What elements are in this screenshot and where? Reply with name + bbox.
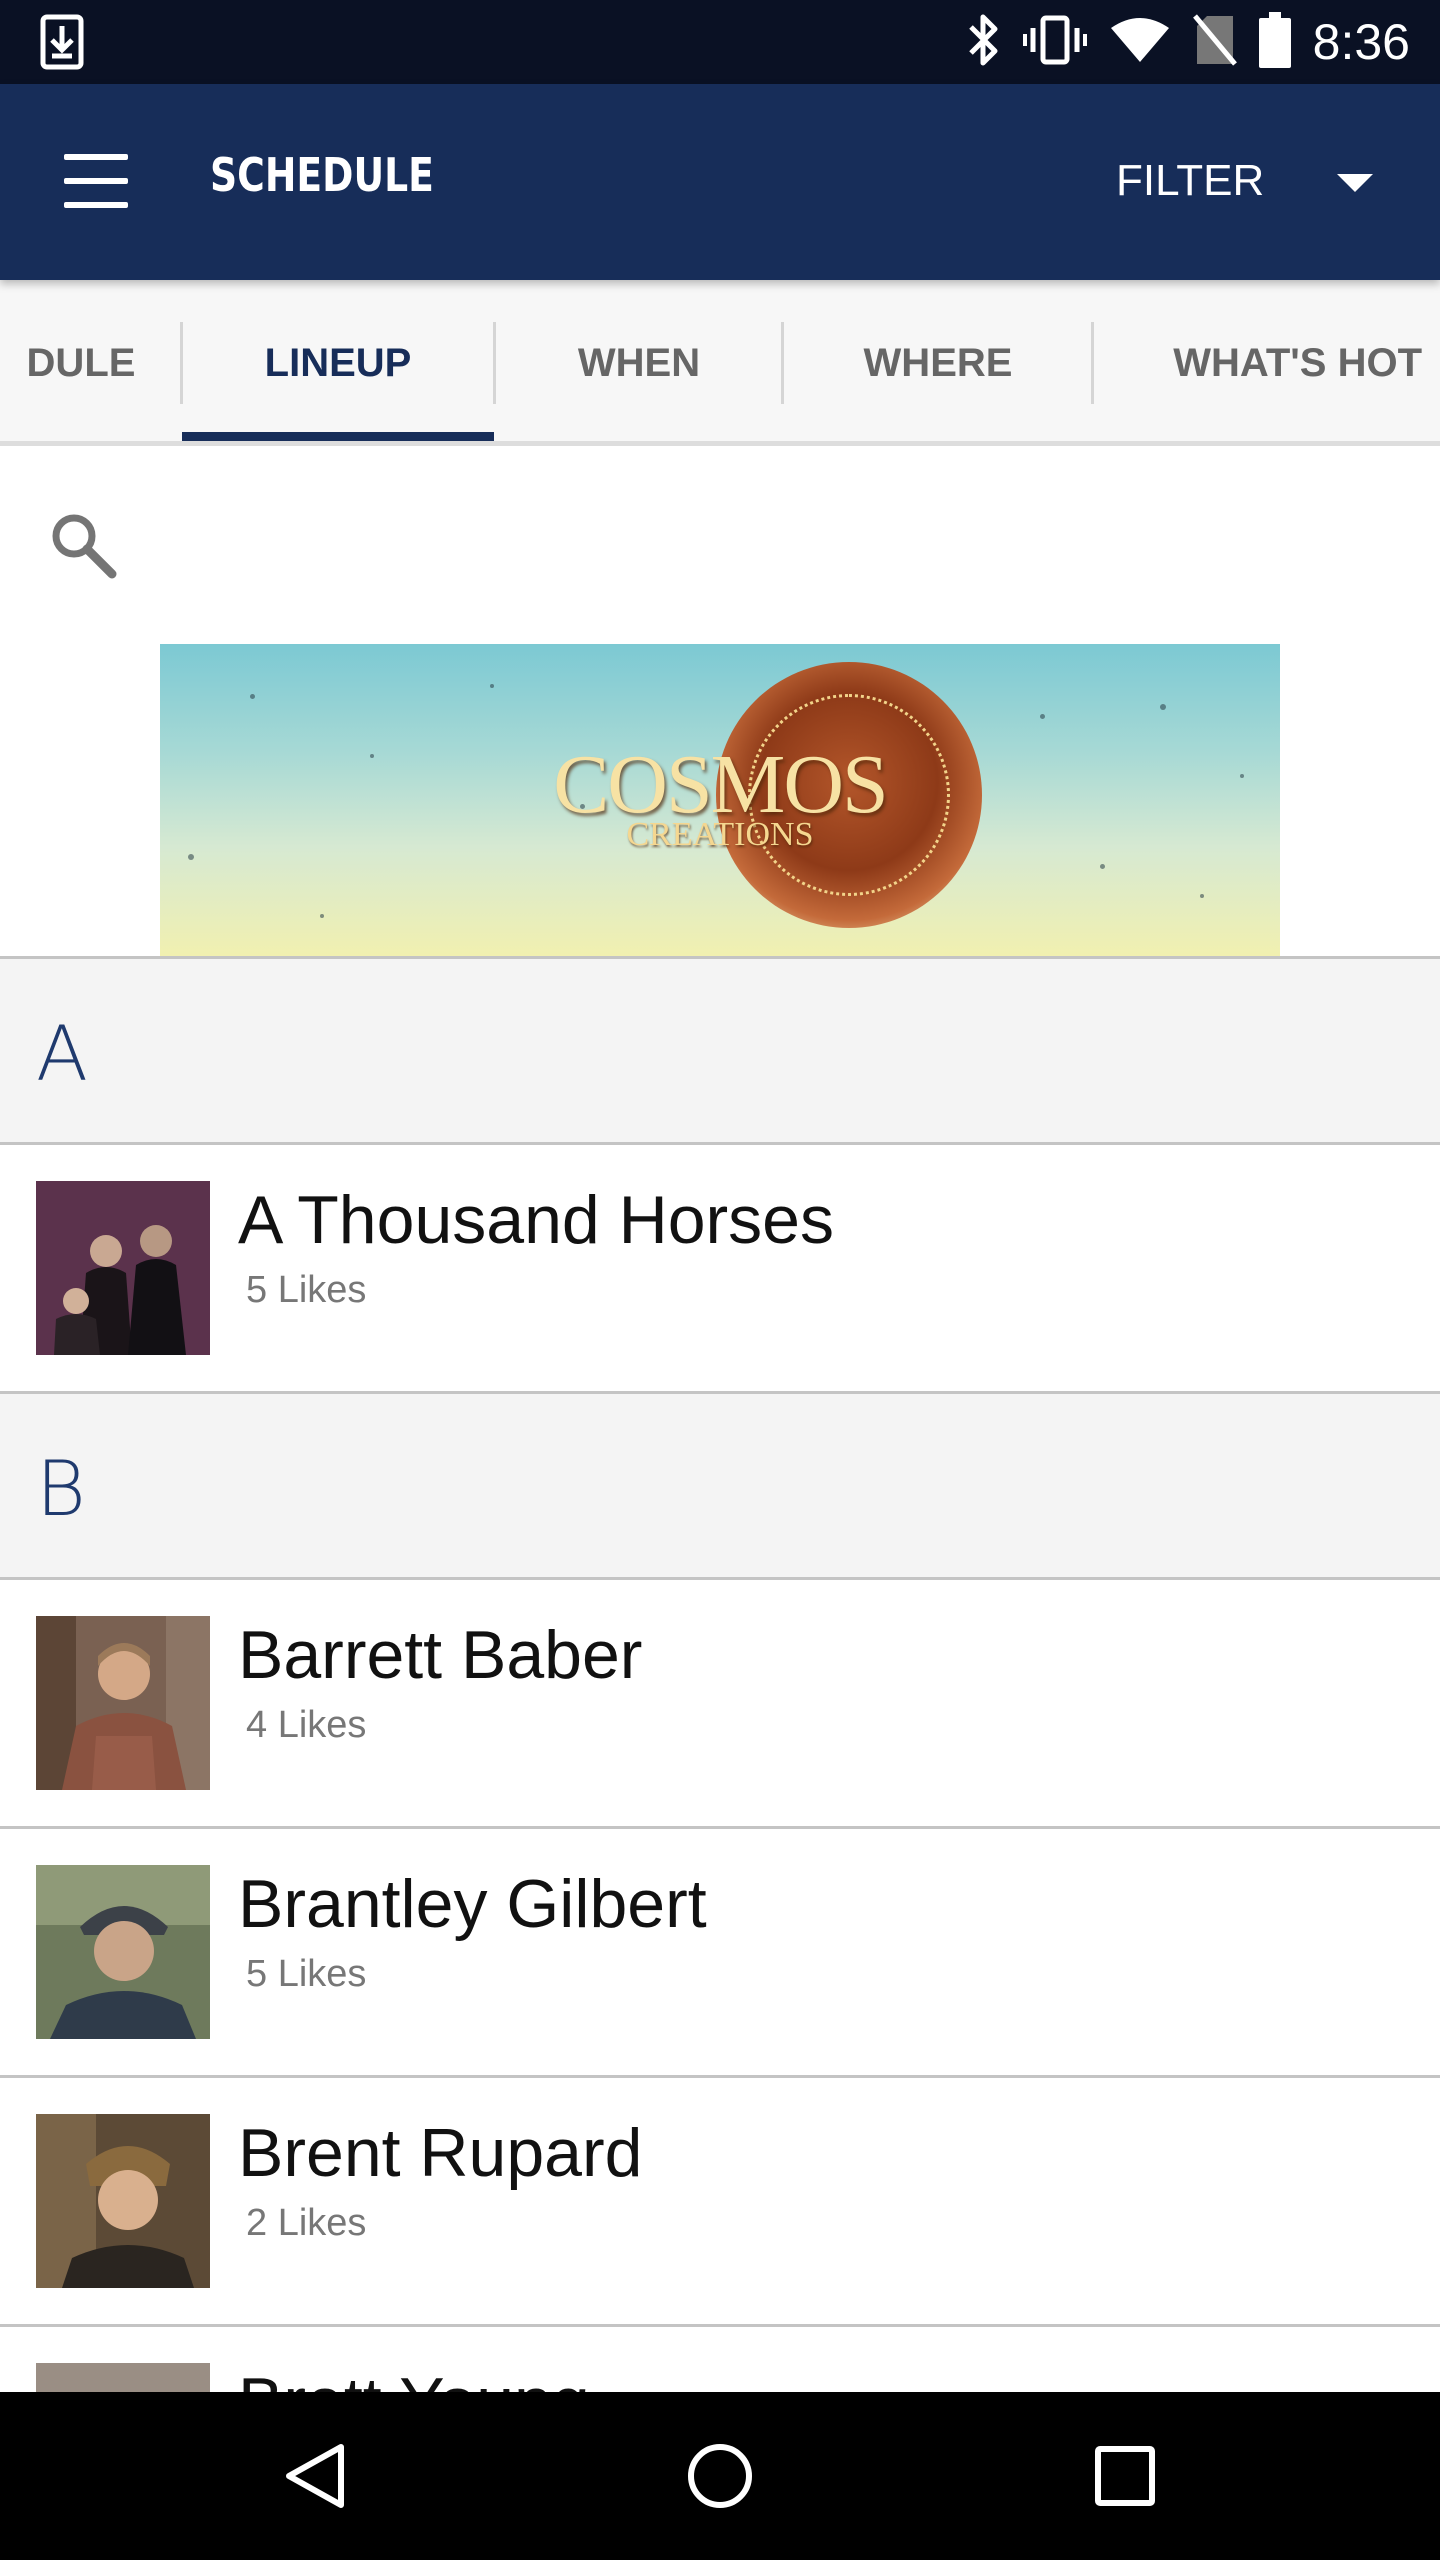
search-bar[interactable]: [0, 446, 1440, 646]
dropdown-arrow-icon[interactable]: [1337, 174, 1373, 192]
likes-count: 2 Likes: [246, 2202, 367, 2244]
list-item[interactable]: A Thousand Horses 5 Likes: [0, 1145, 1440, 1394]
search-icon[interactable]: [48, 510, 118, 585]
likes-count: 5 Likes: [246, 1953, 367, 1995]
status-bar: 8:36: [0, 0, 1440, 84]
sponsor-banner[interactable]: COSMOS CREATIONS: [160, 644, 1280, 956]
wifi-icon: [1109, 16, 1171, 69]
artist-photo: [36, 2363, 210, 2392]
tab-lineup[interactable]: LINEUP: [182, 320, 494, 406]
artist-photo: [36, 2114, 210, 2288]
artist-name: Barrett Baber: [238, 1617, 643, 1693]
tab-whats-hot[interactable]: WHAT'S HOT: [1094, 320, 1440, 406]
app-bar: SCHEDULE FILTER: [0, 84, 1440, 280]
artist-name: Brent Rupard: [238, 2115, 643, 2191]
tab-where[interactable]: WHERE: [784, 320, 1092, 406]
artist-name: A Thousand Horses: [238, 1182, 834, 1258]
tab-when[interactable]: WHEN: [496, 320, 782, 406]
vibrate-icon: [1022, 14, 1087, 71]
tab-schedule[interactable]: DULE: [0, 320, 182, 406]
list-item[interactable]: Brantley Gilbert 5 Likes: [0, 1829, 1440, 2078]
section-letter: A: [36, 1009, 88, 1098]
bluetooth-icon: [965, 13, 1001, 72]
home-icon[interactable]: [640, 2392, 800, 2560]
system-navigation-bar: [0, 2392, 1440, 2560]
list-item[interactable]: Barrett Baber 4 Likes: [0, 1580, 1440, 1829]
artist-photo: [36, 1616, 210, 1790]
section-letter: B: [36, 1444, 86, 1533]
artist-photo: [36, 1865, 210, 2039]
filter-button[interactable]: FILTER: [1116, 156, 1264, 206]
list-item[interactable]: Brent Rupard 2 Likes: [0, 2078, 1440, 2327]
active-tab-indicator: [182, 432, 494, 441]
list-item[interactable]: Brett Young: [0, 2327, 1440, 2392]
section-header-b: B: [0, 1394, 1440, 1580]
download-notification-icon: [40, 14, 84, 75]
artist-photo: [36, 1181, 210, 1355]
recents-icon[interactable]: [1045, 2392, 1205, 2560]
likes-count: 4 Likes: [246, 1704, 367, 1746]
section-header-a: A: [0, 959, 1440, 1145]
back-icon[interactable]: [236, 2392, 396, 2560]
no-sim-icon: [1192, 13, 1237, 71]
lineup-list: A A Thousand Horses 5 Likes B Barrett Ba…: [0, 956, 1440, 2392]
hamburger-menu-icon[interactable]: [56, 146, 136, 216]
likes-count: 5 Likes: [246, 1269, 367, 1311]
battery-icon: [1258, 11, 1291, 73]
page-title: SCHEDULE: [210, 148, 434, 202]
artist-name: Brett Young: [238, 2363, 590, 2392]
clock: 8:36: [1312, 14, 1410, 70]
artist-name: Brantley Gilbert: [238, 1866, 707, 1942]
tab-bar: DULE LINEUP WHEN WHERE WHAT'S HOT: [0, 280, 1440, 446]
logo-subtext: CREATIONS: [626, 816, 814, 853]
